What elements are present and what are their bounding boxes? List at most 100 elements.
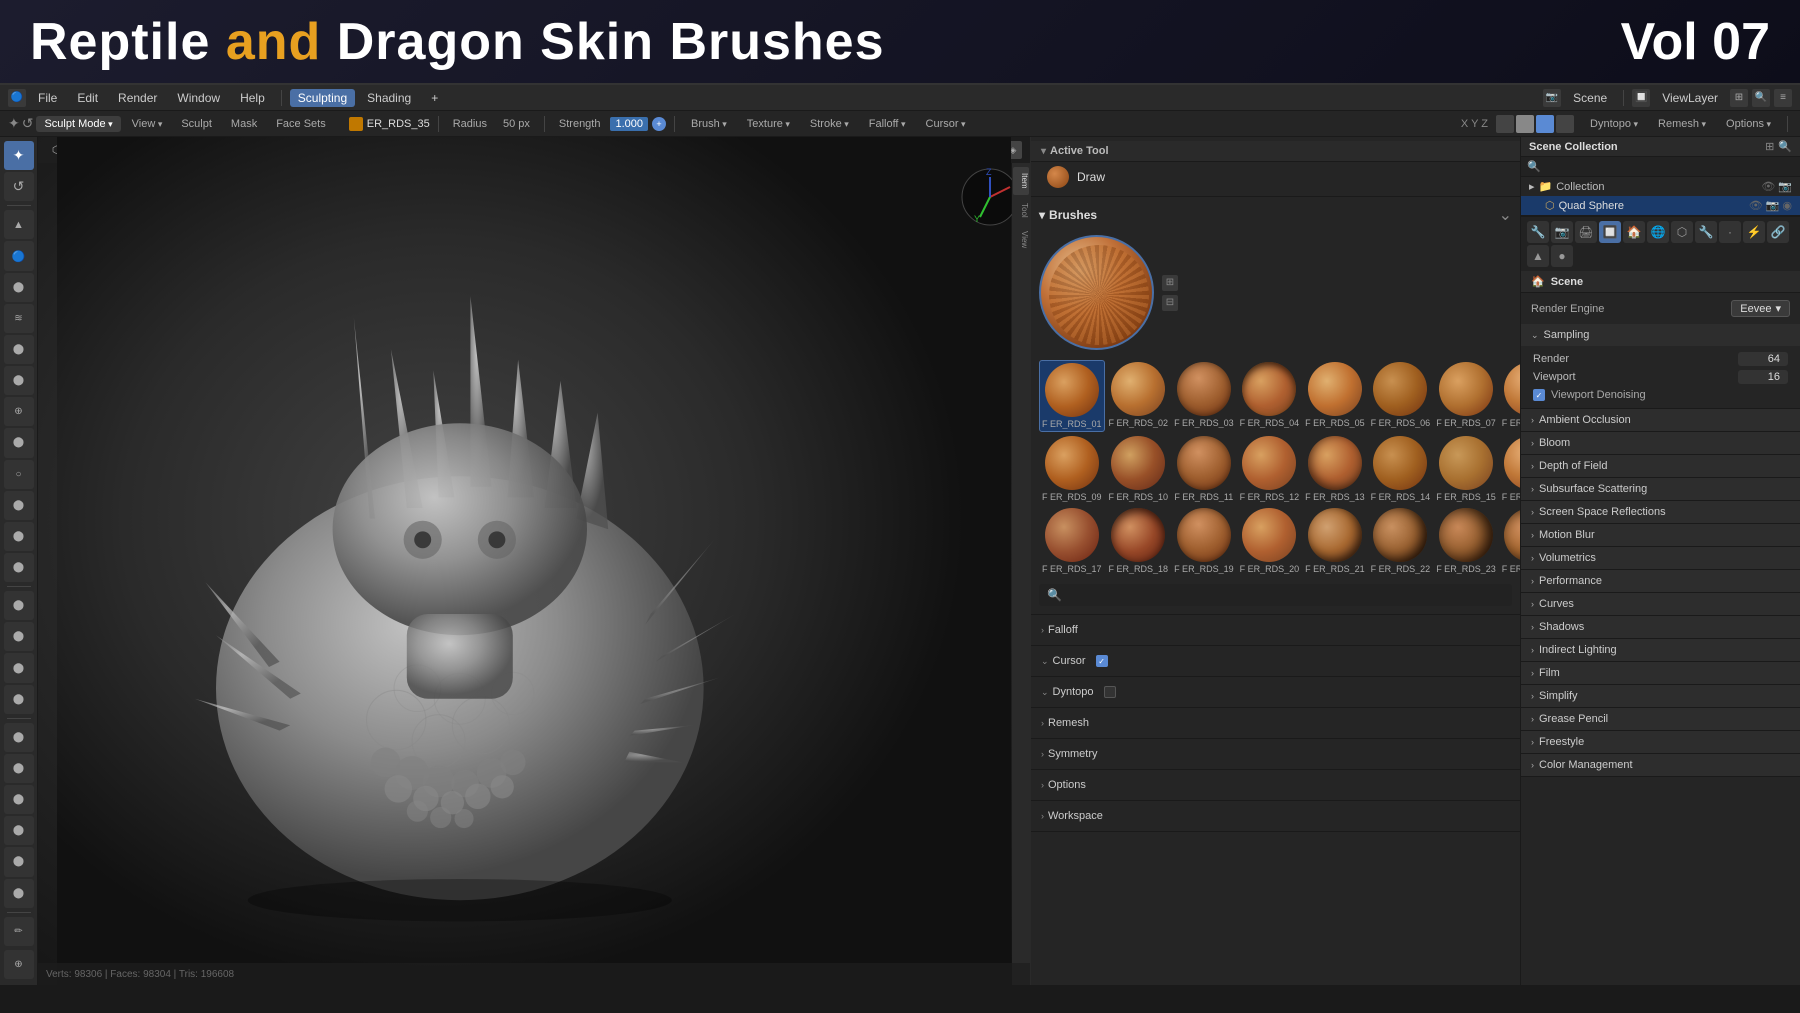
mask-btn[interactable]: Mask — [223, 116, 265, 132]
brush-item-21[interactable]: F ER_RDS_21 — [1303, 506, 1367, 576]
shadows-header[interactable]: › Shadows — [1521, 616, 1800, 638]
ol-item-scene-collection[interactable]: ▸ 📁 Collection 👁 📷 — [1521, 177, 1800, 196]
brush-item-23[interactable]: F ER_RDS_23 — [1434, 506, 1498, 576]
ol-item-quad-sphere[interactable]: ⬡ Quad Sphere 👁 📷 ◉ — [1521, 196, 1800, 215]
ssr-header[interactable]: › Screen Space Reflections — [1521, 501, 1800, 523]
prop-tab-physics[interactable]: ⚡ — [1743, 221, 1765, 243]
brush-item-02[interactable]: F ER_RDS_02 — [1107, 360, 1171, 432]
brush-item-20[interactable]: F ER_RDS_20 — [1238, 506, 1302, 576]
tool-layer[interactable]: ⬤ — [4, 335, 34, 364]
brush-item-14[interactable]: F ER_RDS_14 — [1369, 434, 1433, 504]
tool-clay-strips[interactable]: ≋ — [4, 304, 34, 333]
brush-item-09[interactable]: F ER_RDS_09 — [1039, 434, 1105, 504]
dyntopo-header[interactable]: ⌄ Dyntopo — [1031, 681, 1520, 703]
prop-tab-constraints[interactable]: 🔗 — [1767, 221, 1789, 243]
viewport-samples-val[interactable]: 16 — [1738, 370, 1788, 384]
cursor-header[interactable]: ⌄ Cursor ✓ — [1031, 650, 1520, 672]
tool-scrape[interactable]: ⬤ — [4, 553, 34, 582]
dof-header[interactable]: › Depth of Field — [1521, 455, 1800, 477]
workspace-header[interactable]: › Workspace — [1031, 805, 1520, 827]
ol-cam-qs[interactable]: 📷 — [1766, 199, 1780, 212]
tool-crease[interactable]: ⬤ — [4, 428, 34, 457]
tool-multires[interactable]: ⬤ — [4, 591, 34, 620]
cm-header[interactable]: › Color Management — [1521, 754, 1800, 776]
shading-solid[interactable] — [1516, 115, 1534, 133]
tool-annotate[interactable]: ✏ — [4, 917, 34, 946]
brush-item-04[interactable]: F ER_RDS_04 — [1238, 360, 1302, 432]
view-layer-label[interactable]: ViewLayer — [1654, 89, 1726, 107]
view-btn[interactable]: View — [124, 116, 171, 132]
radius-val[interactable]: 50 px — [497, 116, 536, 132]
menu-file[interactable]: File — [30, 89, 65, 107]
brush-item-12[interactable]: F ER_RDS_12 — [1238, 434, 1302, 504]
brush-item-08[interactable]: F ER_RDS_08 — [1500, 360, 1520, 432]
ol-icon-search[interactable]: 🔍 — [1778, 140, 1792, 153]
options-icon[interactable]: ≡ — [1774, 89, 1792, 107]
prop-tab-world[interactable]: 🌐 — [1647, 221, 1669, 243]
brush-item-03[interactable]: F ER_RDS_03 — [1172, 360, 1236, 432]
menu-window[interactable]: Window — [169, 89, 228, 107]
render-samples-val[interactable]: 64 — [1738, 352, 1788, 366]
brush-item-07[interactable]: F ER_RDS_07 — [1434, 360, 1498, 432]
texture-dropdown[interactable]: Texture — [739, 116, 798, 132]
menu-render[interactable]: Render — [110, 89, 165, 107]
tool-rotate[interactable]: ↺ — [4, 172, 34, 201]
vol-header[interactable]: › Volumetrics — [1521, 547, 1800, 569]
ol-cam-sc[interactable]: 📷 — [1778, 180, 1792, 193]
stroke-dropdown[interactable]: Stroke — [802, 116, 857, 132]
tool-rotate2[interactable]: ⬤ — [4, 816, 34, 845]
remesh-btn[interactable]: Remesh — [1650, 116, 1714, 132]
prop-tab-output[interactable]: 🖨 — [1575, 221, 1597, 243]
prop-tab-view-layer[interactable]: 🔲 — [1599, 221, 1621, 243]
shading-wire[interactable] — [1496, 115, 1514, 133]
tool-blob[interactable]: ⊕ — [4, 397, 34, 426]
tool-cursor[interactable]: ✦ — [4, 141, 34, 170]
brush-item-11[interactable]: F ER_RDS_11 — [1172, 434, 1236, 504]
symmetry-header[interactable]: › Symmetry — [1031, 743, 1520, 765]
film-header[interactable]: › Film — [1521, 662, 1800, 684]
brush-item-18[interactable]: F ER_RDS_18 — [1107, 506, 1171, 576]
preview-btn-1[interactable]: ⊞ — [1162, 275, 1178, 291]
view-layer-icon[interactable]: 🔲 — [1632, 89, 1650, 107]
denoising-checkbox[interactable]: ✓ — [1533, 389, 1545, 401]
tool-voxel[interactable]: ⬤ — [4, 622, 34, 651]
ol-render-qs[interactable]: ◉ — [1782, 199, 1792, 212]
prop-tab-particles[interactable]: · — [1719, 221, 1741, 243]
menu-shading[interactable]: Shading — [359, 89, 419, 107]
menu-edit[interactable]: Edit — [69, 89, 106, 107]
n-tab-item[interactable]: Item — [1013, 167, 1029, 195]
prop-tab-modifier[interactable]: 🔧 — [1695, 221, 1717, 243]
brush-item-05[interactable]: F ER_RDS_05 — [1303, 360, 1367, 432]
tool-grab[interactable]: ⬤ — [4, 723, 34, 752]
dyntopo-btn[interactable]: Dyntopo — [1582, 116, 1646, 132]
bloom-header[interactable]: › Bloom — [1521, 432, 1800, 454]
tool-slide[interactable]: ⬤ — [4, 847, 34, 876]
tool-smooth[interactable]: ○ — [4, 460, 34, 489]
brushes-header[interactable]: ▾ Brushes ⌄ — [1031, 201, 1520, 229]
ao-header[interactable]: › Ambient Occlusion — [1521, 409, 1800, 431]
strength-lock[interactable]: + — [652, 117, 666, 131]
brush-item-19[interactable]: F ER_RDS_19 — [1172, 506, 1236, 576]
brush-search-input[interactable] — [1066, 588, 1504, 602]
mb-header[interactable]: › Motion Blur — [1521, 524, 1800, 546]
brush-item-17[interactable]: F ER_RDS_17 — [1039, 506, 1105, 576]
simplify-header[interactable]: › Simplify — [1521, 685, 1800, 707]
falloff-header[interactable]: › Falloff — [1031, 619, 1520, 641]
tool-nudge[interactable]: ⬤ — [4, 879, 34, 908]
sss-header[interactable]: › Subsurface Scattering — [1521, 478, 1800, 500]
ol-eye-sc[interactable]: 👁 — [1761, 180, 1775, 193]
brush-item-15[interactable]: F ER_RDS_15 — [1434, 434, 1498, 504]
scene-select-icon[interactable]: 📷 — [1543, 89, 1561, 107]
shading-render[interactable] — [1556, 115, 1574, 133]
shading-mat[interactable] — [1536, 115, 1554, 133]
tool-draw2[interactable]: 🔵 — [4, 241, 34, 270]
prop-tab-object[interactable]: ⬡ — [1671, 221, 1693, 243]
falloff-dropdown[interactable]: Falloff — [861, 116, 914, 132]
indirect-header[interactable]: › Indirect Lighting — [1521, 639, 1800, 661]
brush-item-06[interactable]: F ER_RDS_06 — [1369, 360, 1433, 432]
n-tab-tool[interactable]: Tool — [1013, 197, 1029, 224]
menu-plus[interactable]: + — [423, 89, 446, 107]
tool-fill[interactable]: ⬤ — [4, 522, 34, 551]
prop-tab-data[interactable]: ▲ — [1527, 245, 1549, 267]
options-section-header[interactable]: › Options — [1031, 774, 1520, 796]
